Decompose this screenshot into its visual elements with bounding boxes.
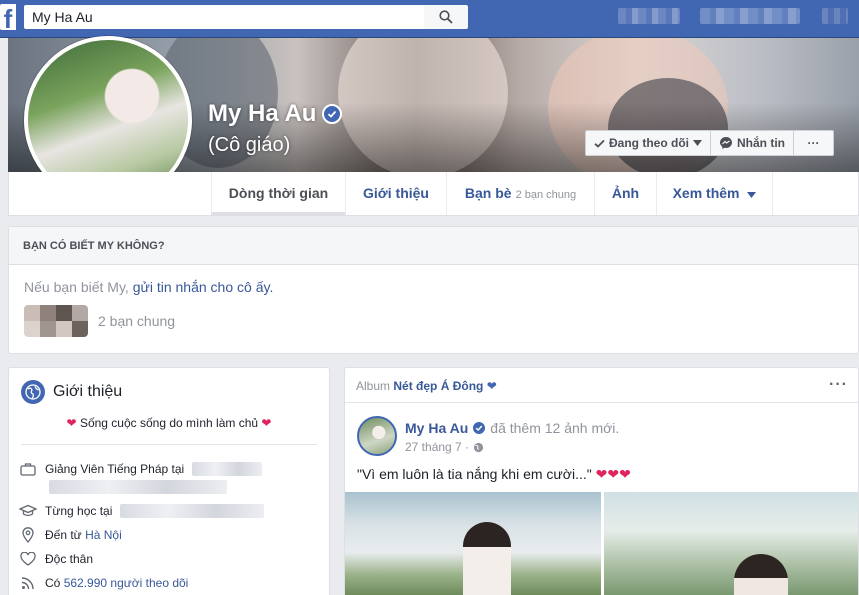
photo-subject [463, 522, 511, 595]
message-button[interactable]: Nhắn tin [711, 130, 794, 156]
intro-card: Giới thiệu ❤ Sống cuộc sống do mình làm … [8, 367, 330, 595]
messenger-icon [720, 137, 732, 149]
intro-title-text: Giới thiệu [53, 383, 123, 400]
know-her-heading: BẠN CÓ BIẾT MY KHÔNG? [9, 227, 858, 265]
following-button[interactable]: Đang theo dõi [585, 130, 711, 156]
relationship-text: Độc thân [45, 552, 94, 566]
top-navigation-bar: f My Ha Au [0, 0, 859, 38]
hometown-link[interactable]: Hà Nội [85, 528, 122, 542]
know-her-text: Nếu bạn biết My, gửi tin nhắn cho cô ấy. [24, 279, 273, 295]
intro-title: Giới thiệu [21, 380, 122, 404]
post-text: "Vì em luôn là tia nắng khi em cười..." … [357, 466, 631, 483]
post-action-text: đã thêm 12 ảnh mới. [490, 420, 620, 436]
mutual-friends-label: 2 bạn chung [98, 313, 176, 329]
author-avatar[interactable] [357, 416, 397, 456]
hometown-row: Đến từ Hà Nội [19, 526, 122, 544]
author-name-link[interactable]: My Ha Au [405, 420, 468, 436]
tab-about[interactable]: Giới thiệu [345, 172, 446, 215]
hearts-emoji: ❤❤❤ [595, 466, 631, 482]
blurred-workplace[interactable] [49, 480, 227, 494]
followers-row: Có 562.990 người theo dõi [19, 574, 188, 592]
cover-action-group: Đang theo dõi Nhắn tin ··· [585, 130, 834, 156]
heart-icon: ❤ [261, 416, 272, 430]
education-text: Từng học tại [45, 504, 113, 518]
profile-name[interactable]: My Ha Au [208, 100, 343, 128]
album-prefix: Album [356, 379, 394, 393]
graduation-cap-icon [19, 502, 37, 520]
tab-timeline[interactable]: Dòng thời gian [211, 172, 345, 215]
post-options-icon[interactable]: ··· [829, 376, 848, 394]
caret-down-icon [747, 192, 757, 198]
mutual-friends[interactable]: 2 bạn chung [24, 305, 175, 337]
bio-text: ❤ Sống cuộc sống do mình làm chủ ❤ [9, 416, 329, 430]
work-row-continued [49, 480, 227, 494]
tab-about-label: Giới thiệu [363, 185, 429, 201]
more-dots-icon: ··· [807, 136, 820, 150]
caret-down-icon [693, 140, 702, 146]
checkmark-icon [594, 139, 605, 148]
hometown-text: Đến từ Hà Nội [45, 528, 122, 542]
blurred-school[interactable] [120, 504, 265, 518]
education-row: Từng học tại [19, 502, 265, 520]
heart-icon: ❤ [66, 416, 77, 430]
tab-friends[interactable]: Bạn bè 2 bạn chung [446, 172, 594, 215]
blurred-nav-item[interactable] [618, 8, 680, 24]
relationship-row: Độc thân [19, 550, 93, 568]
tab-photos[interactable]: Ảnh [594, 172, 656, 215]
location-pin-icon [19, 526, 37, 544]
author-line: My Ha Au đã thêm 12 ảnh mới. [405, 420, 619, 436]
globe-icon [21, 380, 45, 404]
post-text-content: "Vì em luôn là tia nắng khi em cười..." [357, 466, 592, 482]
rss-icon [19, 574, 37, 592]
photo-subject [734, 554, 788, 595]
blurred-workplace[interactable] [192, 462, 263, 476]
know-her-prefix: Nếu bạn biết My, [24, 279, 133, 295]
briefcase-icon [19, 460, 37, 478]
verified-badge-icon [472, 421, 487, 435]
album-photo-1[interactable] [345, 492, 601, 595]
tab-more[interactable]: Xem thêm [656, 172, 773, 215]
more-options-button[interactable]: ··· [794, 130, 834, 156]
know-her-card: BẠN CÓ BIẾT MY KHÔNG? Nếu bạn biết My, g… [8, 226, 859, 354]
profile-name-text[interactable]: My Ha Au [208, 100, 316, 128]
tab-friends-label: Bạn bè [464, 185, 512, 201]
public-globe-icon [473, 442, 484, 452]
tab-more-label: Xem thêm [672, 185, 740, 201]
work-text: Giảng Viên Tiếng Pháp tại [45, 462, 185, 476]
message-label: Nhắn tin [737, 136, 785, 150]
followers-text: Có 562.990 người theo dõi [45, 576, 188, 590]
following-label: Đang theo dõi [609, 136, 689, 150]
heart-outline-icon [19, 550, 37, 568]
search-button[interactable] [424, 5, 468, 29]
blurred-nav-item[interactable] [822, 8, 848, 24]
post-timestamp[interactable]: 27 tháng 7 · [405, 440, 484, 454]
tab-photos-label: Ảnh [611, 185, 640, 201]
album-photo-2[interactable] [604, 492, 858, 595]
followers-link[interactable]: 562.990 người theo dõi [64, 576, 189, 590]
blurred-nav-item[interactable] [700, 8, 800, 24]
mutual-friends-avatars[interactable] [24, 305, 88, 337]
profile-subtitle: (Cô giáo) [208, 134, 291, 156]
facebook-logo-icon[interactable]: f [0, 4, 16, 30]
send-message-link[interactable]: gửi tin nhắn cho cô ấy. [133, 279, 274, 295]
verified-badge-icon [322, 104, 343, 124]
blue-heart-icon: ❤ [486, 379, 497, 393]
search-icon [439, 10, 453, 24]
tab-timeline-label: Dòng thời gian [228, 185, 329, 201]
post-header-divider [345, 402, 858, 403]
hometown-prefix: Đến từ [45, 528, 86, 542]
bio-text-content: Sống cuộc sống do mình làm chủ [79, 416, 259, 430]
post-card: Album Nét đẹp Á Đông ❤ ··· My Ha Au đã t… [344, 367, 859, 595]
post-time-text: 27 tháng 7 · [405, 440, 470, 454]
profile-tab-bar: Dòng thời gian Giới thiệu Bạn bè 2 bạn ch… [8, 172, 859, 216]
followers-prefix: Có [45, 576, 64, 590]
search-input[interactable]: My Ha Au [24, 5, 424, 29]
work-row: Giảng Viên Tiếng Pháp tại [19, 460, 263, 478]
album-header: Album Nét đẹp Á Đông ❤ [356, 379, 497, 393]
intro-divider [21, 444, 317, 445]
album-link[interactable]: Nét đẹp Á Đông [393, 379, 483, 393]
tab-friends-meta: 2 bạn chung [515, 189, 577, 201]
